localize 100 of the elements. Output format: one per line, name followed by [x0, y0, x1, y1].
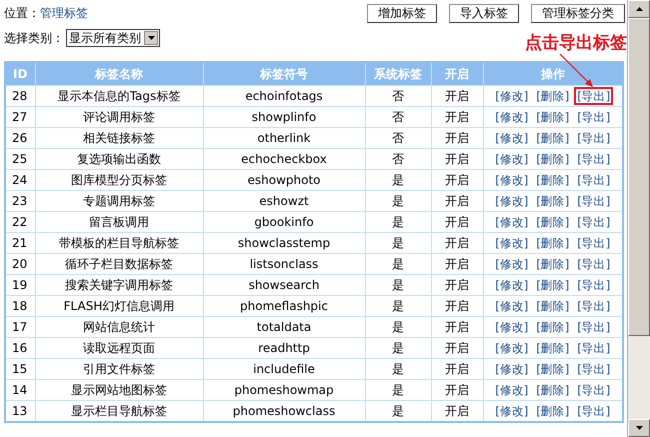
table-cell: 复选项输出函数 — [35, 148, 203, 170]
action-link[interactable]: [删除] — [533, 318, 572, 336]
table-cell: otherlink — [203, 128, 365, 148]
toolbar-button[interactable]: 导入标签 — [449, 4, 519, 22]
scroll-down-icon[interactable] — [628, 419, 650, 437]
table-cell: 开启 — [431, 380, 483, 400]
action-link[interactable]: [删除] — [533, 108, 572, 126]
action-link[interactable]: [删除] — [533, 360, 572, 378]
action-link[interactable]: [删除] — [533, 170, 572, 188]
table-cell: 否 — [365, 86, 431, 106]
table-cell: 15 — [5, 358, 35, 380]
table-cell: echocheckbox — [203, 148, 365, 170]
action-link[interactable]: [导出] — [574, 234, 614, 252]
table-cell: totaldata — [203, 316, 365, 338]
table-cell: 开启 — [431, 316, 483, 338]
action-link[interactable]: [修改] — [492, 380, 532, 398]
table-cell: 是 — [365, 338, 431, 358]
table-cell: eshowphoto — [203, 170, 365, 190]
scroll-up-icon[interactable] — [628, 0, 650, 18]
filter-label: 选择类别： — [4, 30, 64, 46]
action-link[interactable]: [导出] — [574, 170, 614, 188]
action-link[interactable]: [删除] — [533, 276, 572, 294]
action-link[interactable]: [删除] — [533, 234, 572, 252]
table-cell: 搜索关键字调用标签 — [35, 274, 203, 296]
table-cell: phomeshowmap — [203, 380, 365, 400]
table-cell: 16 — [5, 338, 35, 358]
action-link[interactable]: [删除] — [533, 150, 572, 168]
column-header: 标签符号 — [203, 62, 365, 86]
action-link[interactable]: [修改] — [492, 254, 532, 272]
action-link[interactable]: [修改] — [492, 212, 532, 230]
action-link[interactable]: [修改] — [492, 192, 532, 210]
action-link[interactable]: [导出] — [574, 296, 614, 314]
action-link[interactable]: [删除] — [533, 86, 572, 104]
action-link[interactable]: [修改] — [492, 170, 532, 188]
action-link[interactable]: [导出] — [574, 360, 614, 378]
table-cell: 相关链接标签 — [35, 128, 203, 148]
table-cell: showsearch — [203, 274, 365, 296]
scrollbar[interactable] — [627, 0, 650, 437]
action-link[interactable]: [修改] — [492, 86, 532, 104]
action-link[interactable]: [修改] — [492, 296, 532, 314]
action-link[interactable]: [修改] — [492, 360, 532, 378]
table-cell: FLASH幻灯信息调用 — [35, 296, 203, 316]
action-link[interactable]: [修改] — [492, 234, 532, 252]
table-cell: 是 — [365, 232, 431, 254]
action-link[interactable]: [删除] — [533, 380, 572, 398]
table-cell: 是 — [365, 274, 431, 296]
toolbar-button[interactable]: 管理标签分类 — [531, 4, 625, 22]
action-link[interactable]: [导出] — [574, 212, 614, 230]
action-link[interactable]: [删除] — [533, 338, 572, 356]
action-link[interactable]: [删除] — [533, 192, 572, 210]
action-link[interactable]: [修改] — [492, 276, 532, 294]
action-link[interactable]: [导出] — [574, 150, 614, 168]
action-link[interactable]: [删除] — [533, 402, 572, 420]
table-cell: 28 — [5, 86, 35, 106]
table-cell: 专题调用标签 — [35, 190, 203, 212]
column-header: 开启 — [431, 62, 483, 86]
column-header: 系统标签 — [365, 62, 431, 86]
action-link[interactable]: [导出] — [574, 254, 614, 272]
table-cell: 开启 — [431, 190, 483, 212]
table-cell: 开启 — [431, 254, 483, 274]
action-link[interactable]: [导出] — [574, 380, 614, 398]
table-cell: 开启 — [431, 338, 483, 358]
table-cell: gbookinfo — [203, 212, 365, 232]
action-link[interactable]: [导出] — [574, 338, 614, 356]
table-cell: includefile — [203, 358, 365, 380]
action-link[interactable]: [导出] — [574, 86, 614, 104]
action-link[interactable]: [导出] — [574, 276, 614, 294]
breadcrumb-link[interactable]: 管理标签 — [40, 4, 88, 22]
action-link[interactable]: [修改] — [492, 108, 532, 126]
table-cell: 开启 — [431, 296, 483, 316]
table-cell: 留言板调用 — [35, 212, 203, 232]
action-link[interactable]: [导出] — [574, 192, 614, 210]
action-link[interactable]: [修改] — [492, 318, 532, 336]
action-link[interactable]: [导出] — [574, 318, 614, 336]
table-cell: 开启 — [431, 170, 483, 190]
action-link[interactable]: [修改] — [492, 402, 532, 420]
action-link[interactable]: [导出] — [574, 128, 614, 146]
toolbar-button[interactable]: 增加标签 — [367, 4, 437, 22]
action-link[interactable]: [删除] — [533, 128, 572, 146]
action-link[interactable]: [修改] — [492, 338, 532, 356]
table-cell: 20 — [5, 254, 35, 274]
table-cell: 开启 — [431, 358, 483, 380]
category-dropdown[interactable]: 显示所有类别 — [66, 29, 160, 47]
table-cell: 是 — [365, 170, 431, 190]
action-link[interactable]: [删除] — [533, 296, 572, 314]
table-cell: 19 — [5, 274, 35, 296]
table-cell: 27 — [5, 106, 35, 128]
action-link[interactable]: [删除] — [533, 254, 572, 272]
table-cell: 22 — [5, 212, 35, 232]
table-cell: 循环子栏目数据标签 — [35, 254, 203, 274]
action-link[interactable]: [修改] — [492, 128, 532, 146]
table-cell: 23 — [5, 190, 35, 212]
annotation-text: 点击导出标签 — [525, 32, 627, 54]
action-link[interactable]: [修改] — [492, 150, 532, 168]
action-link[interactable]: [导出] — [574, 402, 614, 420]
table-cell: 是 — [365, 358, 431, 380]
scroll-thumb[interactable] — [628, 18, 650, 336]
action-link[interactable]: [导出] — [574, 108, 614, 126]
action-link[interactable]: [删除] — [533, 212, 572, 230]
table-cell: 开启 — [431, 212, 483, 232]
